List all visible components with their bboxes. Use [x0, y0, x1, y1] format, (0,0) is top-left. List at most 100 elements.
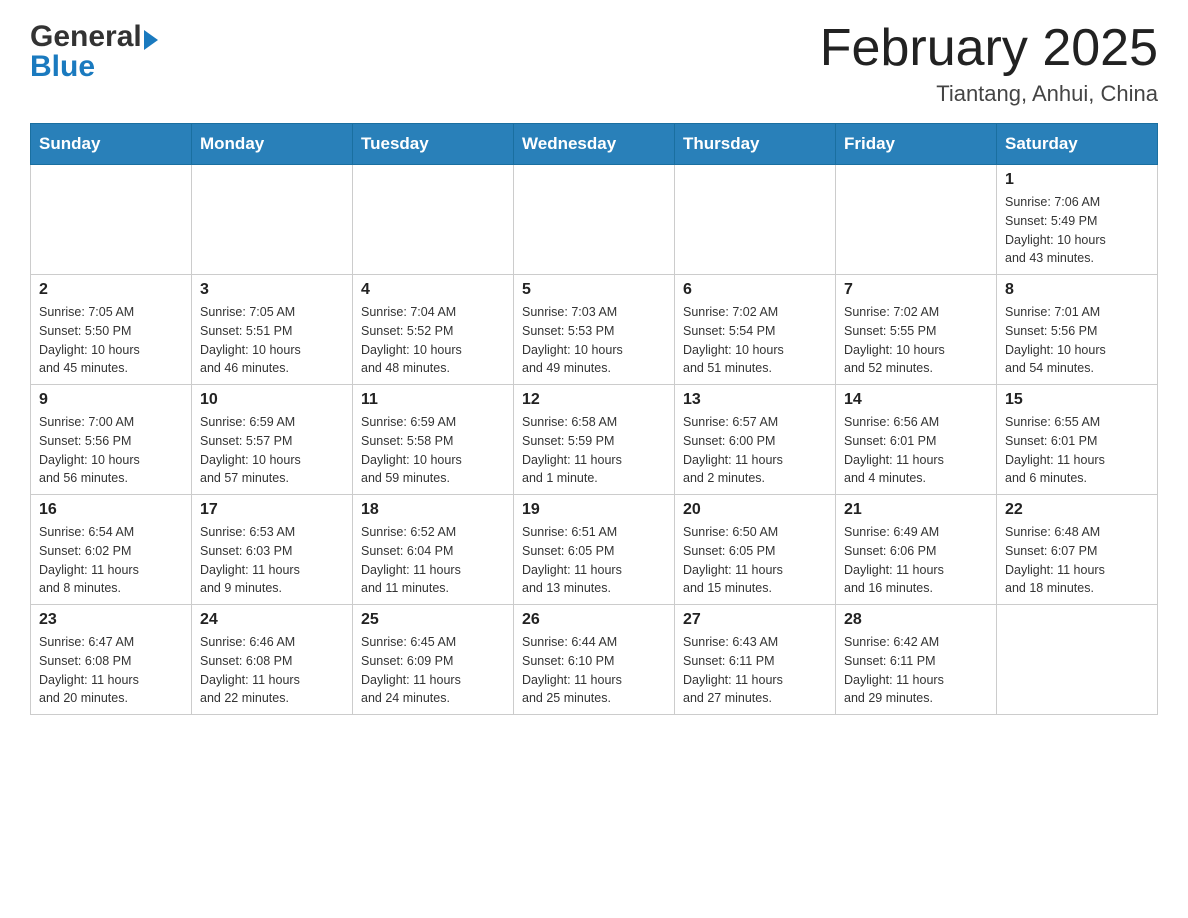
calendar-cell: 19 Sunrise: 6:51 AM Sunset: 6:05 PM Dayli… [514, 495, 675, 605]
day-info: Sunrise: 6:45 AM Sunset: 6:09 PM Dayligh… [361, 633, 505, 708]
day-number: 23 [39, 611, 183, 629]
day-number: 8 [1005, 281, 1149, 299]
day-info: Sunrise: 6:52 AM Sunset: 6:04 PM Dayligh… [361, 523, 505, 598]
calendar-cell: 6 Sunrise: 7:02 AM Sunset: 5:54 PM Daylig… [675, 275, 836, 385]
weekday-header-friday: Friday [836, 124, 997, 165]
day-info: Sunrise: 6:55 AM Sunset: 6:01 PM Dayligh… [1005, 413, 1149, 488]
calendar-cell: 22 Sunrise: 6:48 AM Sunset: 6:07 PM Dayli… [997, 495, 1158, 605]
day-info: Sunrise: 7:02 AM Sunset: 5:54 PM Dayligh… [683, 303, 827, 378]
day-number: 26 [522, 611, 666, 629]
day-number: 10 [200, 391, 344, 409]
week-row-5: 23 Sunrise: 6:47 AM Sunset: 6:08 PM Dayli… [31, 605, 1158, 715]
day-number: 22 [1005, 501, 1149, 519]
day-number: 18 [361, 501, 505, 519]
day-number: 13 [683, 391, 827, 409]
calendar-cell: 8 Sunrise: 7:01 AM Sunset: 5:56 PM Daylig… [997, 275, 1158, 385]
day-info: Sunrise: 6:46 AM Sunset: 6:08 PM Dayligh… [200, 633, 344, 708]
day-number: 24 [200, 611, 344, 629]
day-info: Sunrise: 6:47 AM Sunset: 6:08 PM Dayligh… [39, 633, 183, 708]
day-info: Sunrise: 7:06 AM Sunset: 5:49 PM Dayligh… [1005, 193, 1149, 268]
weekday-header-row: SundayMondayTuesdayWednesdayThursdayFrid… [31, 124, 1158, 165]
day-number: 6 [683, 281, 827, 299]
day-info: Sunrise: 6:59 AM Sunset: 5:57 PM Dayligh… [200, 413, 344, 488]
day-info: Sunrise: 6:48 AM Sunset: 6:07 PM Dayligh… [1005, 523, 1149, 598]
day-number: 7 [844, 281, 988, 299]
calendar-cell: 26 Sunrise: 6:44 AM Sunset: 6:10 PM Dayli… [514, 605, 675, 715]
calendar-cell: 15 Sunrise: 6:55 AM Sunset: 6:01 PM Dayli… [997, 385, 1158, 495]
day-info: Sunrise: 6:42 AM Sunset: 6:11 PM Dayligh… [844, 633, 988, 708]
day-info: Sunrise: 6:53 AM Sunset: 6:03 PM Dayligh… [200, 523, 344, 598]
calendar-cell: 2Sunrise: 7:05 AM Sunset: 5:50 PM Daylig… [31, 275, 192, 385]
day-number: 17 [200, 501, 344, 519]
day-number: 27 [683, 611, 827, 629]
day-info: Sunrise: 7:00 AM Sunset: 5:56 PM Dayligh… [39, 413, 183, 488]
day-number: 20 [683, 501, 827, 519]
calendar-cell: 12 Sunrise: 6:58 AM Sunset: 5:59 PM Dayli… [514, 385, 675, 495]
day-info: Sunrise: 7:03 AM Sunset: 5:53 PM Dayligh… [522, 303, 666, 378]
calendar-cell [31, 165, 192, 275]
week-row-4: 16 Sunrise: 6:54 AM Sunset: 6:02 PM Dayli… [31, 495, 1158, 605]
calendar-cell: 21 Sunrise: 6:49 AM Sunset: 6:06 PM Dayli… [836, 495, 997, 605]
month-title: February 2025 [820, 20, 1158, 77]
week-row-1: 1 Sunrise: 7:06 AM Sunset: 5:49 PM Daylig… [31, 165, 1158, 275]
weekday-header-sunday: Sunday [31, 124, 192, 165]
calendar-cell [836, 165, 997, 275]
day-info: Sunrise: 6:57 AM Sunset: 6:00 PM Dayligh… [683, 413, 827, 488]
calendar-cell: 20 Sunrise: 6:50 AM Sunset: 6:05 PM Dayli… [675, 495, 836, 605]
day-number: 5 [522, 281, 666, 299]
title-area: February 2025 Tiantang, Anhui, China [820, 20, 1158, 107]
day-number: 25 [361, 611, 505, 629]
day-number: 4 [361, 281, 505, 299]
day-number: 9 [39, 391, 183, 409]
calendar-cell: 3 Sunrise: 7:05 AM Sunset: 5:51 PM Daylig… [192, 275, 353, 385]
day-info: Sunrise: 6:51 AM Sunset: 6:05 PM Dayligh… [522, 523, 666, 598]
day-info: Sunrise: 6:50 AM Sunset: 6:05 PM Dayligh… [683, 523, 827, 598]
week-row-2: 2Sunrise: 7:05 AM Sunset: 5:50 PM Daylig… [31, 275, 1158, 385]
weekday-header-saturday: Saturday [997, 124, 1158, 165]
day-number: 14 [844, 391, 988, 409]
calendar-cell: 18 Sunrise: 6:52 AM Sunset: 6:04 PM Dayli… [353, 495, 514, 605]
day-info: Sunrise: 6:56 AM Sunset: 6:01 PM Dayligh… [844, 413, 988, 488]
weekday-header-monday: Monday [192, 124, 353, 165]
calendar-cell: 4Sunrise: 7:04 AM Sunset: 5:52 PM Daylig… [353, 275, 514, 385]
day-number: 15 [1005, 391, 1149, 409]
calendar-cell: 24 Sunrise: 6:46 AM Sunset: 6:08 PM Dayli… [192, 605, 353, 715]
calendar-cell: 11 Sunrise: 6:59 AM Sunset: 5:58 PM Dayli… [353, 385, 514, 495]
day-number: 3 [200, 281, 344, 299]
calendar-cell [514, 165, 675, 275]
calendar-cell: 25 Sunrise: 6:45 AM Sunset: 6:09 PM Dayli… [353, 605, 514, 715]
calendar-cell [675, 165, 836, 275]
logo: General Blue [30, 20, 158, 84]
day-number: 28 [844, 611, 988, 629]
day-info: Sunrise: 7:02 AM Sunset: 5:55 PM Dayligh… [844, 303, 988, 378]
day-info: Sunrise: 6:44 AM Sunset: 6:10 PM Dayligh… [522, 633, 666, 708]
weekday-header-tuesday: Tuesday [353, 124, 514, 165]
calendar-cell: 23 Sunrise: 6:47 AM Sunset: 6:08 PM Dayli… [31, 605, 192, 715]
day-info: Sunrise: 6:49 AM Sunset: 6:06 PM Dayligh… [844, 523, 988, 598]
day-number: 16 [39, 501, 183, 519]
weekday-header-wednesday: Wednesday [514, 124, 675, 165]
day-number: 12 [522, 391, 666, 409]
logo-general-text: General [30, 20, 142, 54]
calendar-cell: 7 Sunrise: 7:02 AM Sunset: 5:55 PM Daylig… [836, 275, 997, 385]
calendar-cell: 5 Sunrise: 7:03 AM Sunset: 5:53 PM Daylig… [514, 275, 675, 385]
calendar-cell: 14 Sunrise: 6:56 AM Sunset: 6:01 PM Dayli… [836, 385, 997, 495]
calendar-cell: 17 Sunrise: 6:53 AM Sunset: 6:03 PM Dayli… [192, 495, 353, 605]
calendar-cell: 10 Sunrise: 6:59 AM Sunset: 5:57 PM Dayli… [192, 385, 353, 495]
location-subtitle: Tiantang, Anhui, China [820, 81, 1158, 107]
day-number: 11 [361, 391, 505, 409]
calendar-cell [192, 165, 353, 275]
calendar-cell: 1 Sunrise: 7:06 AM Sunset: 5:49 PM Daylig… [997, 165, 1158, 275]
calendar-cell [997, 605, 1158, 715]
day-info: Sunrise: 6:54 AM Sunset: 6:02 PM Dayligh… [39, 523, 183, 598]
page-header: General Blue February 2025 Tiantang, Anh… [30, 20, 1158, 107]
day-number: 21 [844, 501, 988, 519]
day-info: Sunrise: 6:58 AM Sunset: 5:59 PM Dayligh… [522, 413, 666, 488]
day-info: Sunrise: 7:05 AM Sunset: 5:51 PM Dayligh… [200, 303, 344, 378]
logo-triangle-icon [144, 30, 158, 50]
day-info: Sunrise: 6:59 AM Sunset: 5:58 PM Dayligh… [361, 413, 505, 488]
calendar-cell: 27Sunrise: 6:43 AM Sunset: 6:11 PM Dayli… [675, 605, 836, 715]
day-info: Sunrise: 7:01 AM Sunset: 5:56 PM Dayligh… [1005, 303, 1149, 378]
day-number: 19 [522, 501, 666, 519]
day-number: 1 [1005, 171, 1149, 189]
